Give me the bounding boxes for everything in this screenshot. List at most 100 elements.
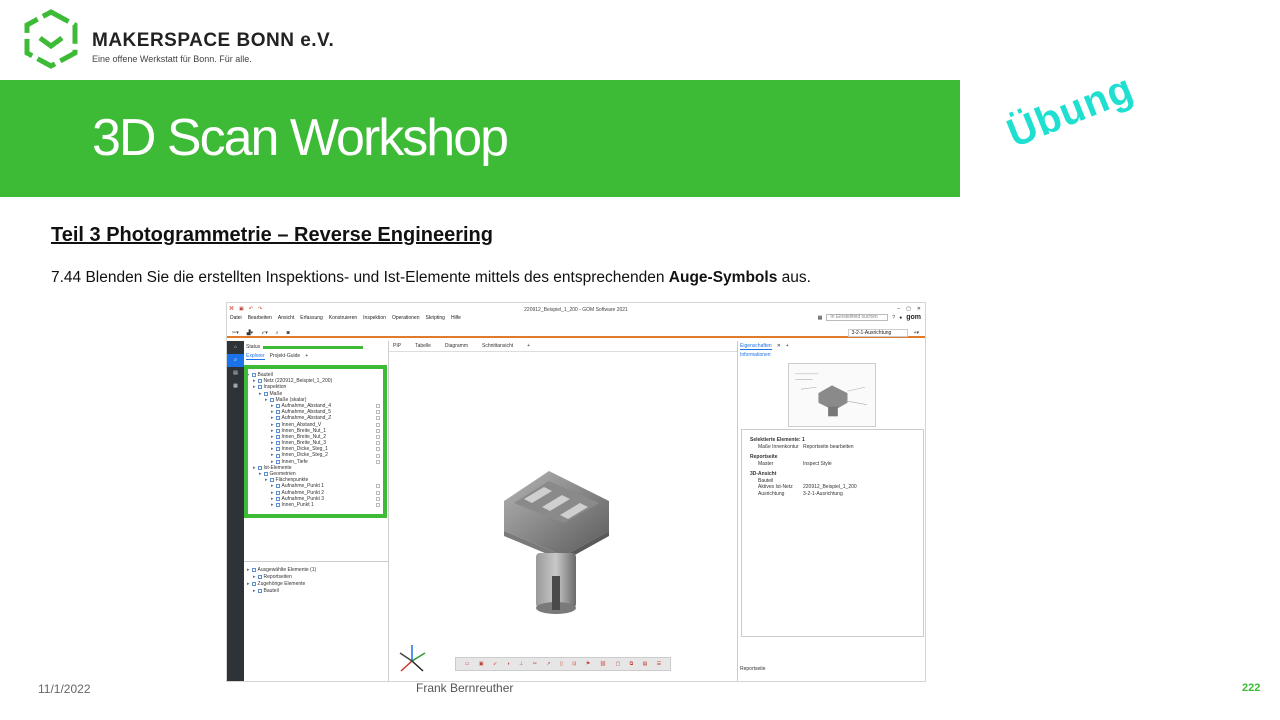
tab-project-guide[interactable]: Projekt-Guide [270, 353, 301, 360]
select-tool-icon[interactable]: ✂▾ [232, 330, 239, 336]
instruction-prefix: 7.44 Blenden Sie die erstellten Inspekti… [51, 269, 669, 286]
tree-node-icon [251, 581, 256, 586]
gom-brand: gom [906, 314, 921, 321]
document-icon[interactable]: ▤ [227, 367, 244, 380]
status-progress-bar [263, 345, 364, 349]
tree-label: Zugehörige Elemente [257, 580, 306, 587]
flag-icon[interactable]: ⚑ [586, 661, 590, 667]
toolbar-right: 3-2-1-Ausrichtung +▾ [847, 329, 919, 337]
info-link[interactable]: Informationen [740, 352, 771, 358]
add-tab-icon[interactable]: + [305, 353, 308, 360]
menu-datei[interactable]: Datei [230, 315, 242, 325]
pointer-tool-icon[interactable]: ➶▾ [261, 330, 268, 336]
properties-panel: Eigenschaften ✕ + Informationen Selektie… [737, 341, 925, 681]
coordinate-axes-icon [399, 645, 426, 672]
page-number: 222 [1242, 682, 1261, 694]
property-key: Master [758, 460, 774, 467]
close-icon[interactable]: ✕ [917, 306, 921, 312]
report-thumbnail[interactable] [788, 363, 876, 427]
tree-label: Reportseiten [263, 574, 292, 581]
expand-caret-icon[interactable]: ▸ [253, 588, 256, 594]
home-icon[interactable]: ⌂ [227, 341, 244, 354]
property-row: Master Inspect Style [742, 461, 925, 468]
tab-pip[interactable]: PIP [393, 343, 401, 349]
tab-schnittansicht[interactable]: Schnittansicht [482, 343, 513, 349]
expand-caret-icon[interactable]: ▸ [247, 581, 250, 587]
property-value[interactable]: Inspect Style [803, 461, 832, 468]
alignment-select[interactable]: 3-2-1-Ausrichtung [847, 329, 908, 337]
property-key: Maße Innenkontur [758, 443, 799, 450]
section-heading: Teil 3 Photogrammetrie – Reverse Enginee… [51, 224, 493, 246]
tab-explorer[interactable]: Explorer [246, 353, 265, 360]
main-toolbar: ✂▾ ▟▾ ➶▾ ⌕ ◙ 3-2-1-Ausrichtung +▾ [227, 327, 925, 338]
expand-caret-icon[interactable]: ▸ [253, 574, 256, 580]
add-view-icon[interactable]: + [527, 343, 530, 349]
hexagon-logo-icon [24, 9, 78, 69]
3d-viewport[interactable]: PIP Tabelle Diagramm Schnittansicht + ▭ … [389, 341, 737, 681]
search-input[interactable]: In Einstellfeld suchen [826, 314, 889, 321]
link-icon[interactable]: ⛓ [600, 661, 606, 667]
tree-row[interactable]: ▸ Bauteil [247, 587, 382, 594]
expand-caret-icon[interactable]: ▸ [247, 567, 250, 573]
makerspace-logo: MAKERSPACE BONN e.V. Eine offene Werksta… [22, 8, 382, 70]
tree-node-icon [251, 568, 256, 573]
grid-icon[interactable]: ▦ [227, 380, 244, 393]
arrow-icon[interactable]: ↗ [546, 661, 550, 667]
add-tab-icon[interactable]: + [786, 343, 789, 350]
minimize-icon[interactable]: – [897, 306, 900, 312]
explorer-tabs: Explorer Projekt-Guide + [246, 353, 308, 360]
zoom-icon[interactable]: ⌕ [276, 330, 279, 336]
view-icon[interactable]: ▭ [465, 661, 470, 667]
measure-icon[interactable]: ⊥ [519, 661, 523, 667]
close-tab-icon[interactable]: ✕ [777, 343, 781, 350]
scanned-part-3d [504, 471, 609, 614]
property-row: Ausrichtung 3-2-1-Ausrichtung [742, 491, 925, 498]
chart-tool-icon[interactable]: ▟▾ [247, 330, 253, 336]
camera-icon[interactable]: ◙ [287, 330, 290, 336]
panel-divider [244, 561, 389, 562]
filter-icon[interactable]: ▦ [818, 315, 823, 321]
tree-row[interactable]: ▸ Zugehörige Elemente [247, 581, 382, 588]
menu-ansicht[interactable]: Ansicht [278, 315, 294, 325]
tab-tabelle[interactable]: Tabelle [415, 343, 431, 349]
property-value[interactable]: 3-2-1-Ausrichtung [803, 491, 843, 498]
window-controls: – ▢ ✕ [897, 306, 921, 312]
gom-app-screenshot: ⌘ ▣ ↶ ↷ 220912_Beispiel_1_200 - GOM Soft… [226, 302, 926, 682]
menu-operationen[interactable]: Operationen [392, 315, 420, 325]
menu-bearbeiten[interactable]: Bearbeiten [248, 315, 272, 325]
search-icon[interactable]: ⌕ [227, 354, 244, 367]
copy-icon[interactable]: ⧉ [630, 661, 634, 667]
menu-erfassung[interactable]: Erfassung [300, 315, 323, 325]
toolbar-tools: ✂▾ ▟▾ ➶▾ ⌕ ◙ [232, 330, 290, 336]
status-row: Status [246, 344, 386, 350]
tree-row[interactable]: ▸ Reportseiten [247, 574, 382, 581]
scissors-icon[interactable]: ✂ [533, 661, 537, 667]
pair-icon[interactable]: ◑ [507, 661, 510, 667]
slide-title: 3D Scan Workshop [92, 109, 509, 167]
crop-icon[interactable]: ⊡ [572, 661, 576, 667]
maximize-icon[interactable]: ▢ [906, 306, 911, 312]
org-tagline: Eine offene Werkstatt für Bonn. Für alle… [92, 54, 252, 64]
menu-konstruieren[interactable]: Konstruieren [329, 315, 357, 325]
org-name: MAKERSPACE BONN e.V. [92, 30, 335, 51]
cursor-icon[interactable]: ➶ [493, 661, 497, 667]
selection-tree: ▸ Ausgewählte Elemente (1) ▸ Reportseiten ▸ Z… [247, 567, 382, 594]
doc-icon[interactable]: ▤ [643, 661, 648, 667]
user-icon[interactable]: ● [899, 315, 902, 321]
list-icon[interactable]: ☰ [657, 661, 661, 667]
add-icon[interactable]: +▾ [914, 330, 919, 336]
menu-right-area: ▦ In Einstellfeld suchen ? ● gom [818, 314, 921, 321]
menu-hilfe[interactable]: Hilfe [451, 315, 461, 325]
property-value[interactable]: Reportseite bearbeiten [803, 444, 854, 451]
tree-row[interactable]: ▸ Ausgewählte Elemente (1) [247, 567, 382, 574]
box-icon[interactable]: ▢ [615, 661, 620, 667]
menu-inspektion[interactable]: Inspektion [363, 315, 386, 325]
menu-skripting[interactable]: Skripting [425, 315, 444, 325]
help-icon[interactable]: ? [892, 315, 895, 321]
page-icon[interactable]: ▯ [560, 661, 563, 667]
monitor-icon[interactable]: ▣ [479, 661, 484, 667]
tab-eigenschaften[interactable]: Eigenschaften [740, 343, 772, 350]
tab-diagramm[interactable]: Diagramm [445, 343, 468, 349]
tree-node-icon [257, 575, 262, 580]
instruction-text: 7.44 Blenden Sie die erstellten Inspekti… [51, 269, 811, 287]
